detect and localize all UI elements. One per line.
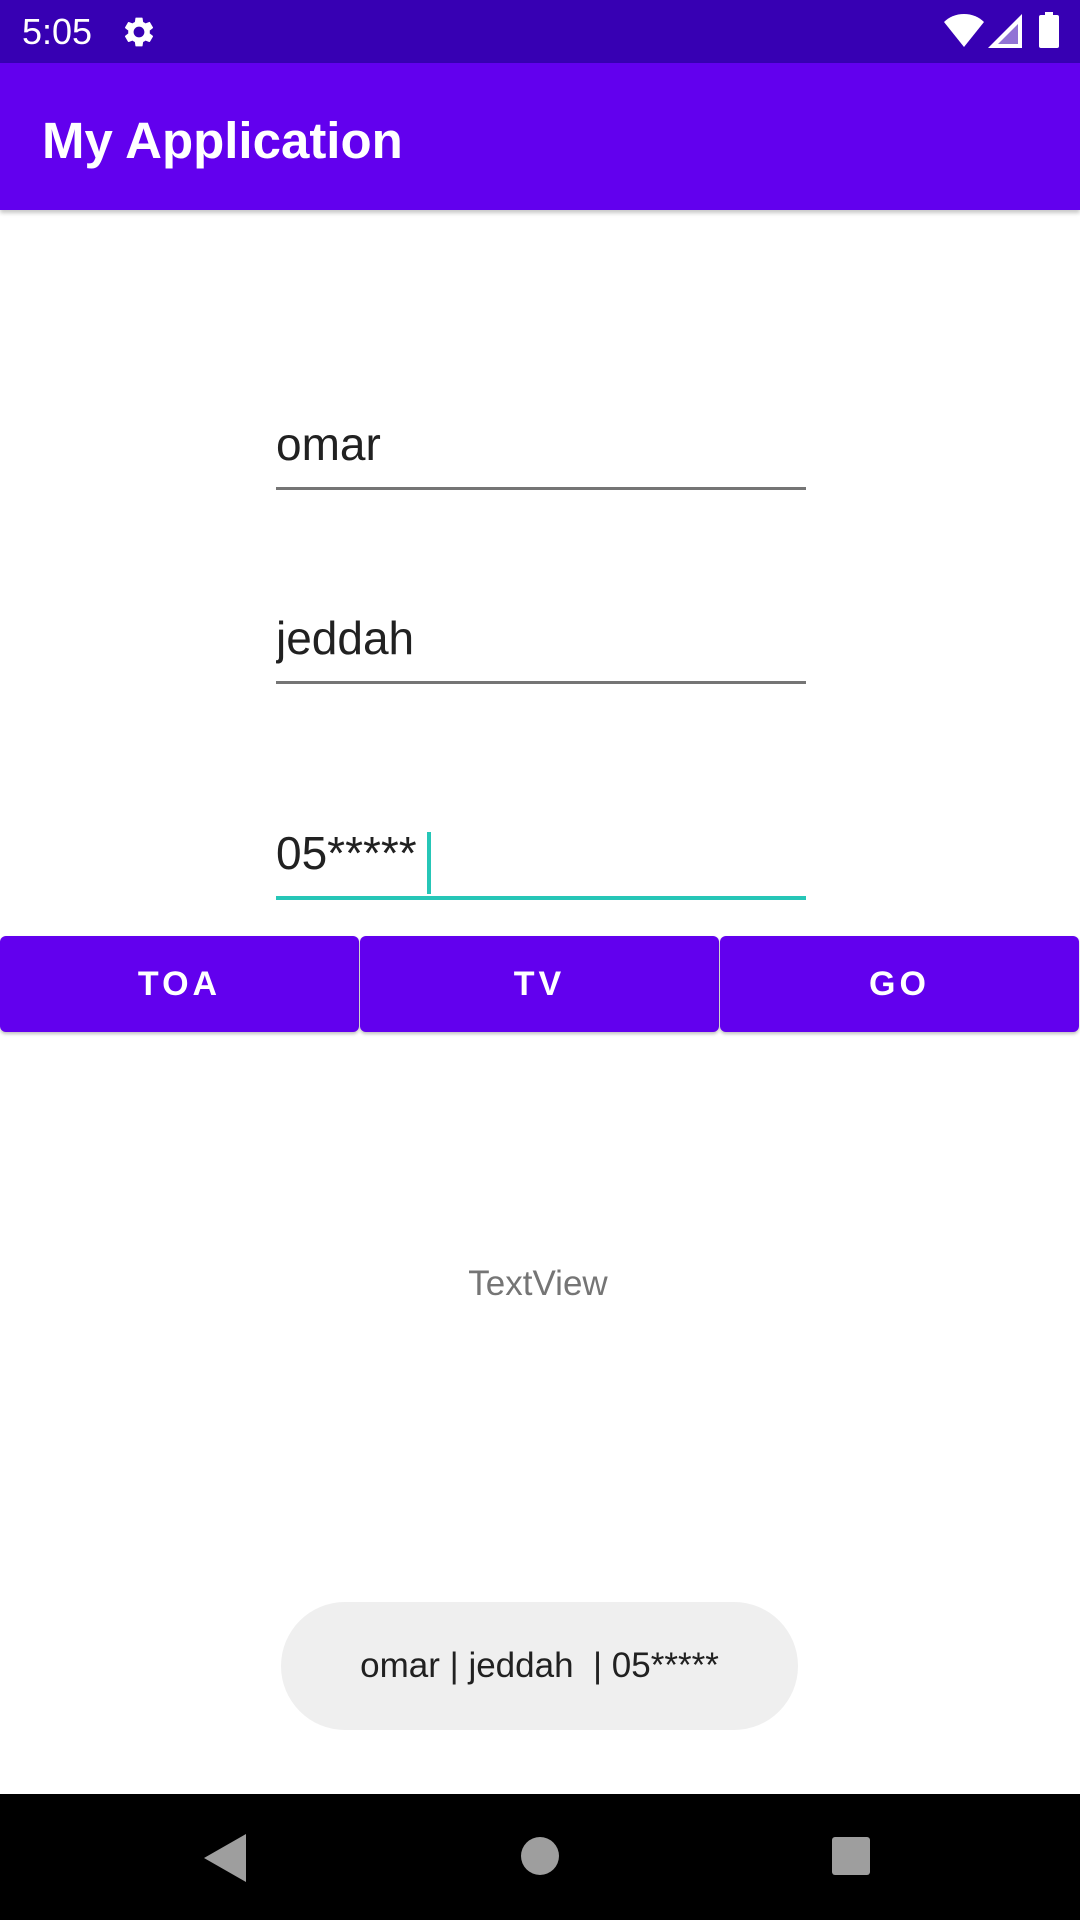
toa-button[interactable]: TOA [0, 936, 359, 1032]
home-icon[interactable] [520, 1836, 560, 1876]
battery-icon [1039, 12, 1059, 48]
name-field-container [276, 410, 806, 490]
navigation-bar [0, 1794, 1080, 1920]
name-field[interactable] [276, 410, 806, 490]
phone-field[interactable] [276, 820, 806, 900]
back-icon[interactable] [204, 1834, 246, 1882]
gear-icon [124, 17, 154, 47]
app-title: My Application [42, 112, 403, 169]
result-textview: TextView [468, 1264, 608, 1303]
button-row: TOA TV GO [0, 936, 1080, 1032]
toast-message: omar | jeddah | 05***** [281, 1602, 798, 1730]
wifi-icon [944, 14, 984, 47]
app-bar: My Application [0, 63, 1080, 210]
city-field-container [276, 604, 806, 684]
signal-icon [988, 14, 1022, 48]
status-time: 5:05 [22, 11, 93, 52]
text-cursor [427, 832, 431, 894]
tv-button[interactable]: TV [360, 936, 719, 1032]
go-button[interactable]: GO [720, 936, 1079, 1032]
city-field[interactable] [276, 604, 806, 684]
screen: 5:05 My Application TOA TV GO [0, 0, 1080, 1920]
status-bar: 5:05 [0, 0, 1080, 63]
phone-field-container [276, 820, 806, 900]
recents-icon[interactable] [831, 1836, 871, 1876]
